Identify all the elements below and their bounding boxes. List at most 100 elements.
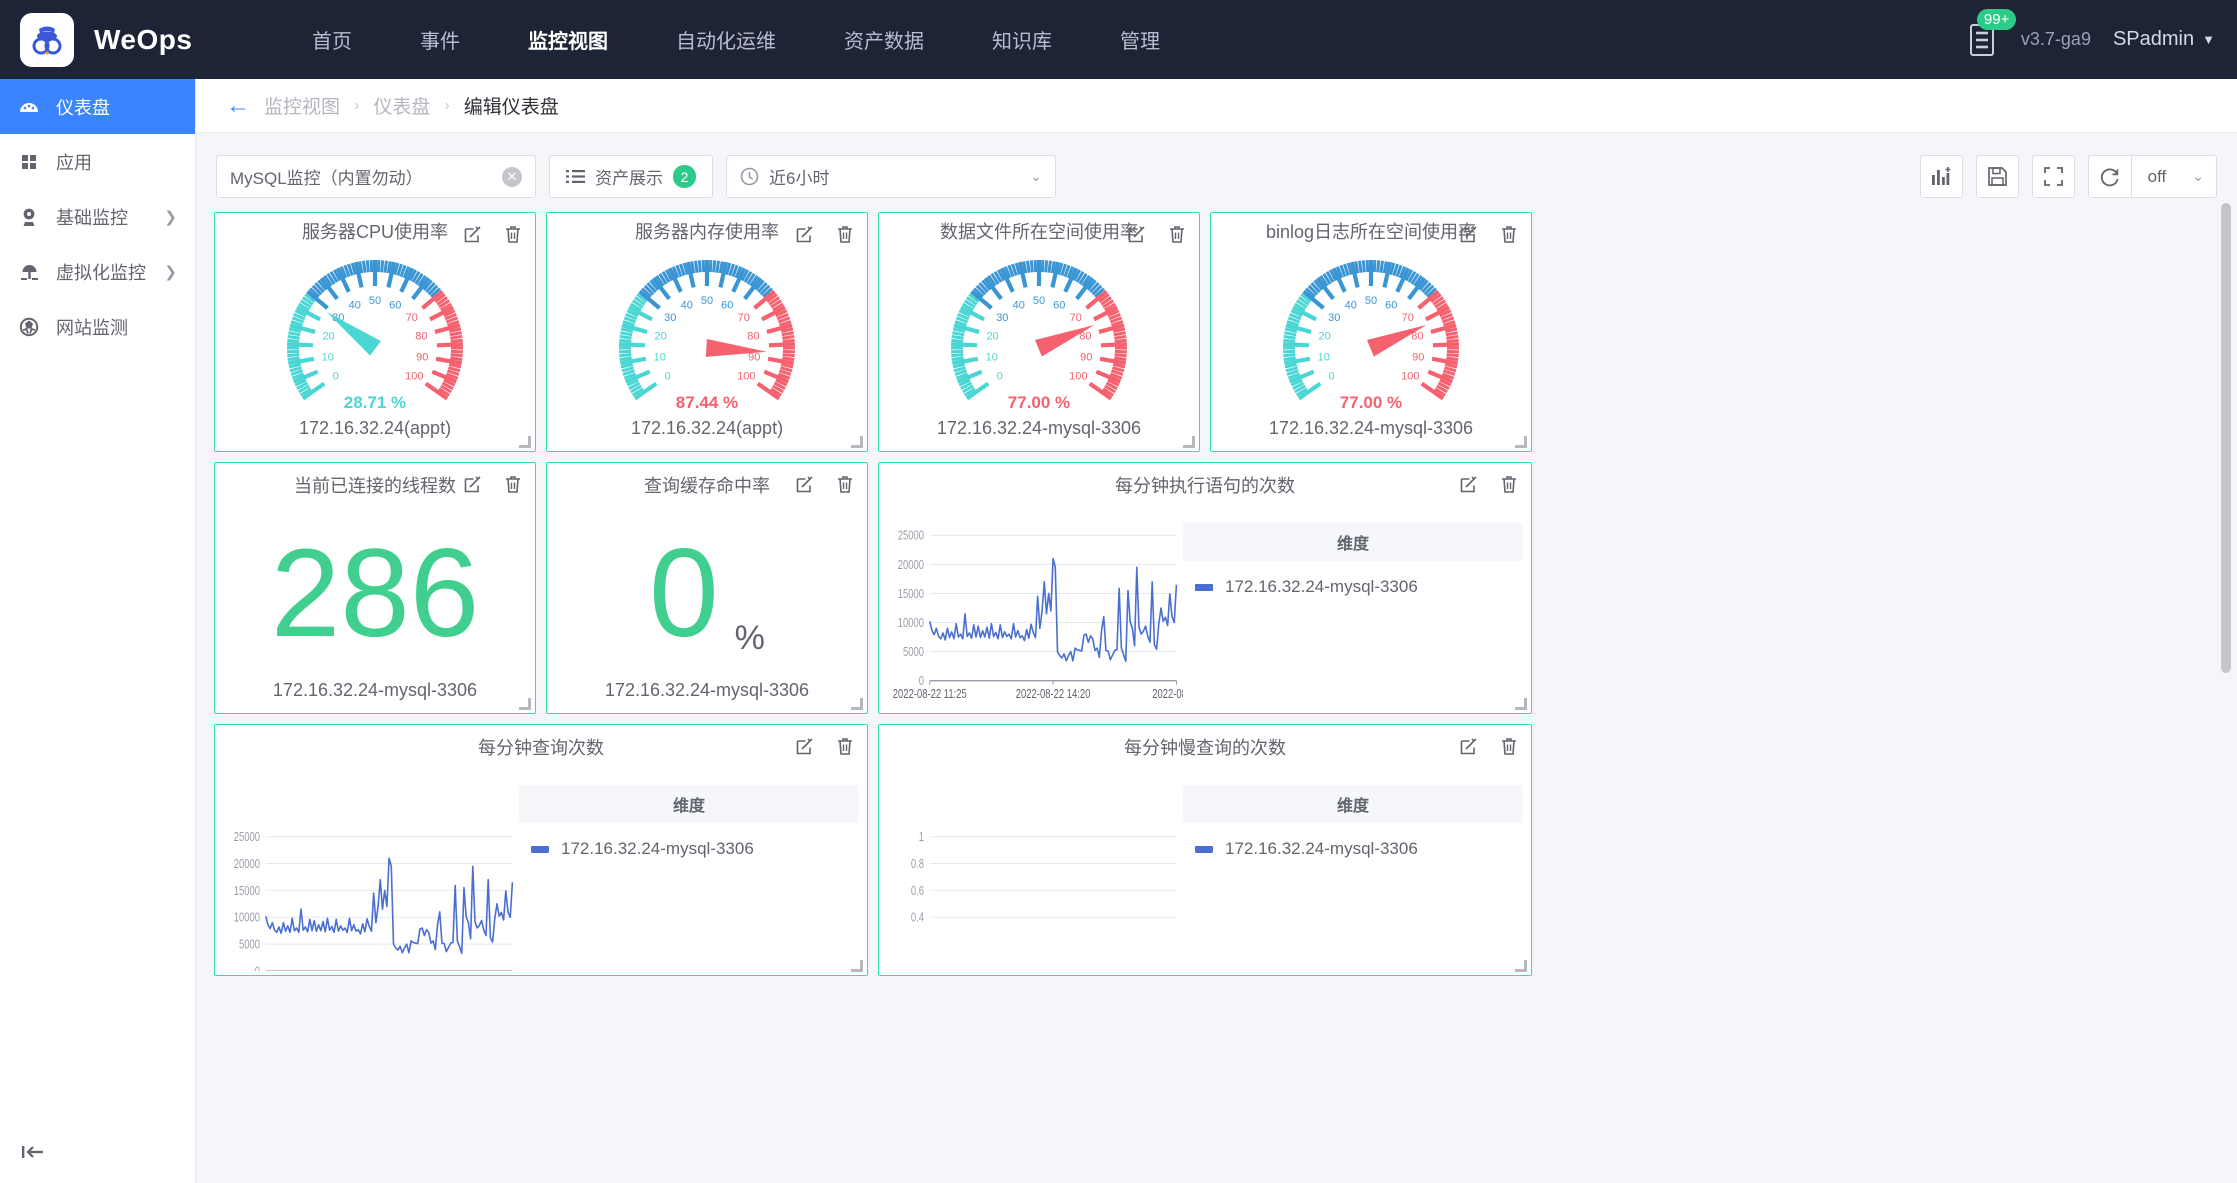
refresh-button[interactable] — [2087, 155, 2131, 198]
clear-icon[interactable]: ✕ — [502, 166, 522, 187]
notification-count-badge: 99+ — [1976, 8, 2017, 30]
breadcrumb-link-dashboard[interactable]: 仪表盘 — [373, 92, 430, 119]
delete-icon[interactable] — [1499, 224, 1519, 244]
breadcrumb-separator-icon: › — [444, 96, 450, 114]
save-button[interactable] — [1975, 155, 2019, 198]
brand-title: WeOps — [94, 23, 193, 55]
chevron-right-icon: ❯ — [164, 208, 177, 226]
svg-text:70: 70 — [406, 312, 418, 324]
sidebar-item-virtualization-monitor[interactable]: 虚拟化监控 ❯ — [0, 244, 195, 299]
resize-handle[interactable] — [851, 436, 863, 448]
user-menu[interactable]: SPadmin ▼ — [2113, 28, 2215, 51]
breadcrumb-link-monitor-view[interactable]: 监控视图 — [264, 92, 340, 119]
edit-icon[interactable] — [463, 224, 483, 244]
time-range-value: 近6小时 — [769, 169, 830, 188]
svg-text:25000: 25000 — [234, 831, 260, 845]
delete-icon[interactable] — [835, 736, 855, 756]
brand-area[interactable]: WeOps — [0, 12, 260, 67]
sidebar-collapse-button[interactable] — [0, 1121, 195, 1183]
legend-item[interactable]: 172.16.32.24-mysql-3306 — [1183, 561, 1523, 597]
breadcrumb: ← 监控视图 › 仪表盘 › 编辑仪表盘 — [196, 79, 2237, 133]
delete-icon[interactable] — [1167, 224, 1187, 244]
sidebar-item-label: 仪表盘 — [56, 97, 110, 118]
asset-display-label: 资产展示 — [595, 169, 663, 188]
svg-text:30: 30 — [664, 312, 676, 324]
delete-icon[interactable] — [1499, 736, 1519, 756]
edit-icon[interactable] — [1459, 474, 1479, 494]
second-row: 当前已连接的线程数 286 172.16.32.24-mysql-3306 查询… — [214, 462, 2219, 714]
refresh-icon — [2100, 168, 2119, 186]
resize-handle[interactable] — [519, 698, 531, 710]
legend-item[interactable]: 172.16.32.24-mysql-3306 — [519, 823, 859, 859]
refresh-interval-select[interactable]: off ⌄ — [2130, 155, 2217, 198]
card-actions — [1459, 736, 1519, 756]
card-title: 每分钟慢查询的次数 — [1124, 738, 1286, 758]
sidebar-item-dashboard[interactable]: 仪表盘 — [0, 79, 195, 134]
asset-display-button[interactable]: 资产展示 2 — [549, 155, 713, 198]
card-queries-per-minute: 每分钟查询次数 05000100001500020000250 — [214, 724, 868, 976]
edit-icon[interactable] — [795, 736, 815, 756]
card-header: 数据文件所在空间使用率 — [879, 213, 1199, 248]
chevron-right-icon: ❯ — [164, 263, 177, 281]
svg-text:0: 0 — [919, 675, 924, 689]
resize-handle[interactable] — [1515, 960, 1527, 972]
card-header: binlog日志所在空间使用率 — [1211, 213, 1531, 248]
legend-swatch-icon — [1195, 845, 1213, 853]
back-arrow-icon[interactable]: ← — [226, 93, 250, 118]
resize-handle[interactable] — [1183, 436, 1195, 448]
resize-handle[interactable] — [1515, 698, 1527, 710]
resize-handle[interactable] — [851, 960, 863, 972]
legend-item[interactable]: 172.16.32.24-mysql-3306 — [1183, 823, 1523, 859]
legend-label: 172.16.32.24-mysql-3306 — [1225, 577, 1418, 596]
delete-icon[interactable] — [835, 474, 855, 494]
sidebar-item-apps[interactable]: 应用 — [0, 134, 195, 189]
nav-item-management[interactable]: 管理 — [1086, 0, 1194, 79]
edit-icon[interactable] — [463, 474, 483, 494]
delete-icon[interactable] — [1499, 474, 1519, 494]
dashboard-select-value: MySQL监控（内置勿动） — [230, 169, 423, 188]
svg-text:100: 100 — [1069, 371, 1087, 383]
nav-item-asset-data[interactable]: 资产数据 — [810, 0, 958, 79]
resize-handle[interactable] — [851, 698, 863, 710]
sidebar-item-website-monitor[interactable]: 网站监测 — [0, 299, 195, 354]
card-actions — [795, 224, 855, 244]
top-nav-items: 首页 事件 监控视图 自动化运维 资产数据 知识库 管理 — [278, 0, 1194, 79]
time-range-select[interactable]: 近6小时 ⌄ — [726, 155, 1056, 198]
dashboard-icon — [18, 96, 40, 118]
nav-item-knowledge-base[interactable]: 知识库 — [958, 0, 1086, 79]
nav-item-home[interactable]: 首页 — [278, 0, 386, 79]
notifications-button[interactable]: 99+ — [1965, 8, 2017, 60]
card-actions — [463, 224, 523, 244]
svg-text:10: 10 — [322, 351, 334, 363]
content-scrollbar-thumb[interactable] — [2221, 203, 2231, 673]
dashboard-select[interactable]: MySQL监控（内置勿动） ✕ — [216, 155, 536, 198]
resize-handle[interactable] — [519, 436, 531, 448]
resize-handle[interactable] — [1515, 436, 1527, 448]
nav-item-automation[interactable]: 自动化运维 — [642, 0, 810, 79]
edit-icon[interactable] — [795, 224, 815, 244]
card-actions — [795, 736, 855, 756]
svg-text:90: 90 — [1080, 351, 1092, 363]
add-chart-button[interactable] — [1919, 155, 1963, 198]
svg-text:20: 20 — [323, 331, 335, 343]
content-scrollbar-track[interactable] — [2221, 133, 2234, 1183]
card-header: 每分钟执行语句的次数 — [879, 463, 1531, 507]
nav-item-monitor-view[interactable]: 监控视图 — [494, 0, 642, 79]
nav-item-events[interactable]: 事件 — [386, 0, 494, 79]
edit-icon[interactable] — [795, 474, 815, 494]
card-title: 每分钟查询次数 — [478, 738, 604, 758]
svg-text:15000: 15000 — [234, 885, 260, 899]
delete-icon[interactable] — [835, 224, 855, 244]
sidebar-item-basic-monitor[interactable]: 基础监控 ❯ — [0, 189, 195, 244]
refresh-interval-value: off — [2147, 166, 2167, 186]
line-chart-body: 0 5000 10000 15000 20000 25000 2022-08-22 11:2… — [879, 507, 1531, 713]
edit-icon[interactable] — [1127, 224, 1147, 244]
gauge-chart: 0 10 20 30 40 50 60 70 80 90 100 87.44 % — [547, 248, 867, 418]
delete-icon[interactable] — [503, 474, 523, 494]
svg-text:2022-08-22 11:25: 2022-08-22 11:25 — [893, 688, 967, 702]
edit-icon[interactable] — [1459, 224, 1479, 244]
edit-icon[interactable] — [1459, 736, 1479, 756]
fullscreen-button[interactable] — [2031, 155, 2075, 198]
weops-logo-icon — [32, 26, 62, 55]
delete-icon[interactable] — [503, 224, 523, 244]
